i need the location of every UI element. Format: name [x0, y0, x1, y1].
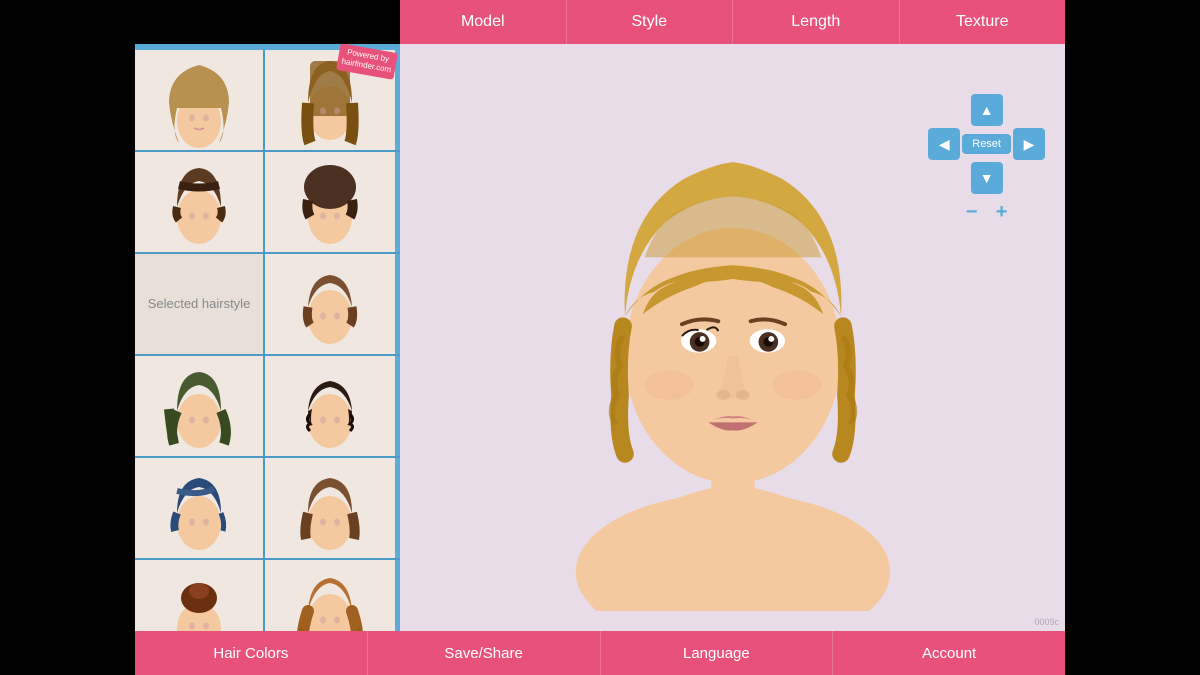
version-label: 0009c	[1034, 617, 1059, 627]
hairstyle-thumb[interactable]	[265, 356, 395, 456]
reset-button[interactable]: Reset	[962, 134, 1011, 154]
model-preview-svg	[543, 61, 923, 611]
hairstyle-row	[135, 560, 400, 631]
hairstyle-row	[135, 458, 400, 560]
nav-controls: ▲ ◀ Reset ▶ ▼ − +	[928, 94, 1045, 228]
hairstyle-thumb[interactable]	[265, 152, 395, 252]
hairstyle-thumb[interactable]	[135, 560, 265, 631]
hairstyle-thumb[interactable]	[135, 458, 265, 558]
hairstyle-row	[135, 152, 400, 254]
hairstyle-thumb[interactable]	[265, 458, 395, 558]
tab-texture[interactable]: Texture	[900, 0, 1066, 44]
tab-save-share[interactable]: Save/Share	[368, 631, 601, 675]
hairstyle-thumb-selected[interactable]: Selected hairstyle	[135, 254, 265, 354]
zoom-out-button[interactable]: −	[958, 198, 986, 226]
tab-model[interactable]: Model	[400, 0, 567, 44]
tab-style[interactable]: Style	[567, 0, 734, 44]
hairstyle-thumb[interactable]	[265, 254, 395, 354]
move-left-button[interactable]: ◀	[928, 128, 960, 160]
preview-area: ▲ ◀ Reset ▶ ▼ − + 0009c	[400, 44, 1065, 631]
tab-length[interactable]: Length	[733, 0, 900, 44]
hairstyle-thumb[interactable]	[135, 356, 265, 456]
move-up-button[interactable]: ▲	[971, 94, 1003, 126]
hairstyle-thumb[interactable]	[135, 50, 265, 150]
hairstyle-thumb[interactable]	[135, 152, 265, 252]
tab-account[interactable]: Account	[833, 631, 1065, 675]
tab-hair-colors[interactable]: Hair Colors	[135, 631, 368, 675]
move-right-button[interactable]: ▶	[1013, 128, 1045, 160]
move-down-button[interactable]: ▼	[971, 162, 1003, 194]
zoom-in-button[interactable]: +	[988, 198, 1016, 226]
selected-label: Selected hairstyle	[148, 296, 251, 313]
hairstyle-thumb[interactable]	[265, 560, 395, 631]
hairstyle-row	[135, 356, 400, 458]
hairstyle-row: Selected hairstyle	[135, 254, 400, 356]
tab-language[interactable]: Language	[601, 631, 834, 675]
